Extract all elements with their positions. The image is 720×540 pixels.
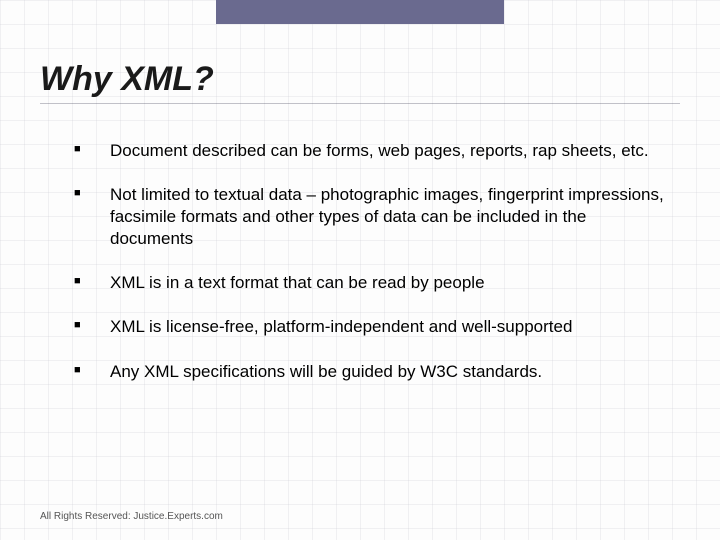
title-underline xyxy=(40,103,680,104)
square-bullet-icon: ■ xyxy=(74,184,110,199)
square-bullet-icon: ■ xyxy=(74,316,110,331)
square-bullet-icon: ■ xyxy=(74,272,110,287)
list-item: ■ XML is in a text format that can be re… xyxy=(74,272,680,294)
bullet-text: XML is license-free, platform-independen… xyxy=(110,316,572,338)
list-item: ■ XML is license-free, platform-independ… xyxy=(74,316,680,338)
bullet-text: Not limited to textual data – photograph… xyxy=(110,184,670,250)
slide-title: Why XML? xyxy=(40,60,680,99)
list-item: ■ Document described can be forms, web p… xyxy=(74,140,680,162)
list-item: ■ Not limited to textual data – photogra… xyxy=(74,184,680,250)
footer-text: All Rights Reserved: Justice.Experts.com xyxy=(40,511,223,522)
bullet-list: ■ Document described can be forms, web p… xyxy=(40,140,680,383)
square-bullet-icon: ■ xyxy=(74,361,110,376)
bullet-text: Document described can be forms, web pag… xyxy=(110,140,649,162)
slide-content: Why XML? ■ Document described can be for… xyxy=(0,0,720,383)
square-bullet-icon: ■ xyxy=(74,140,110,155)
bullet-text: XML is in a text format that can be read… xyxy=(110,272,485,294)
bullet-text: Any XML specifications will be guided by… xyxy=(110,361,542,383)
list-item: ■ Any XML specifications will be guided … xyxy=(74,361,680,383)
